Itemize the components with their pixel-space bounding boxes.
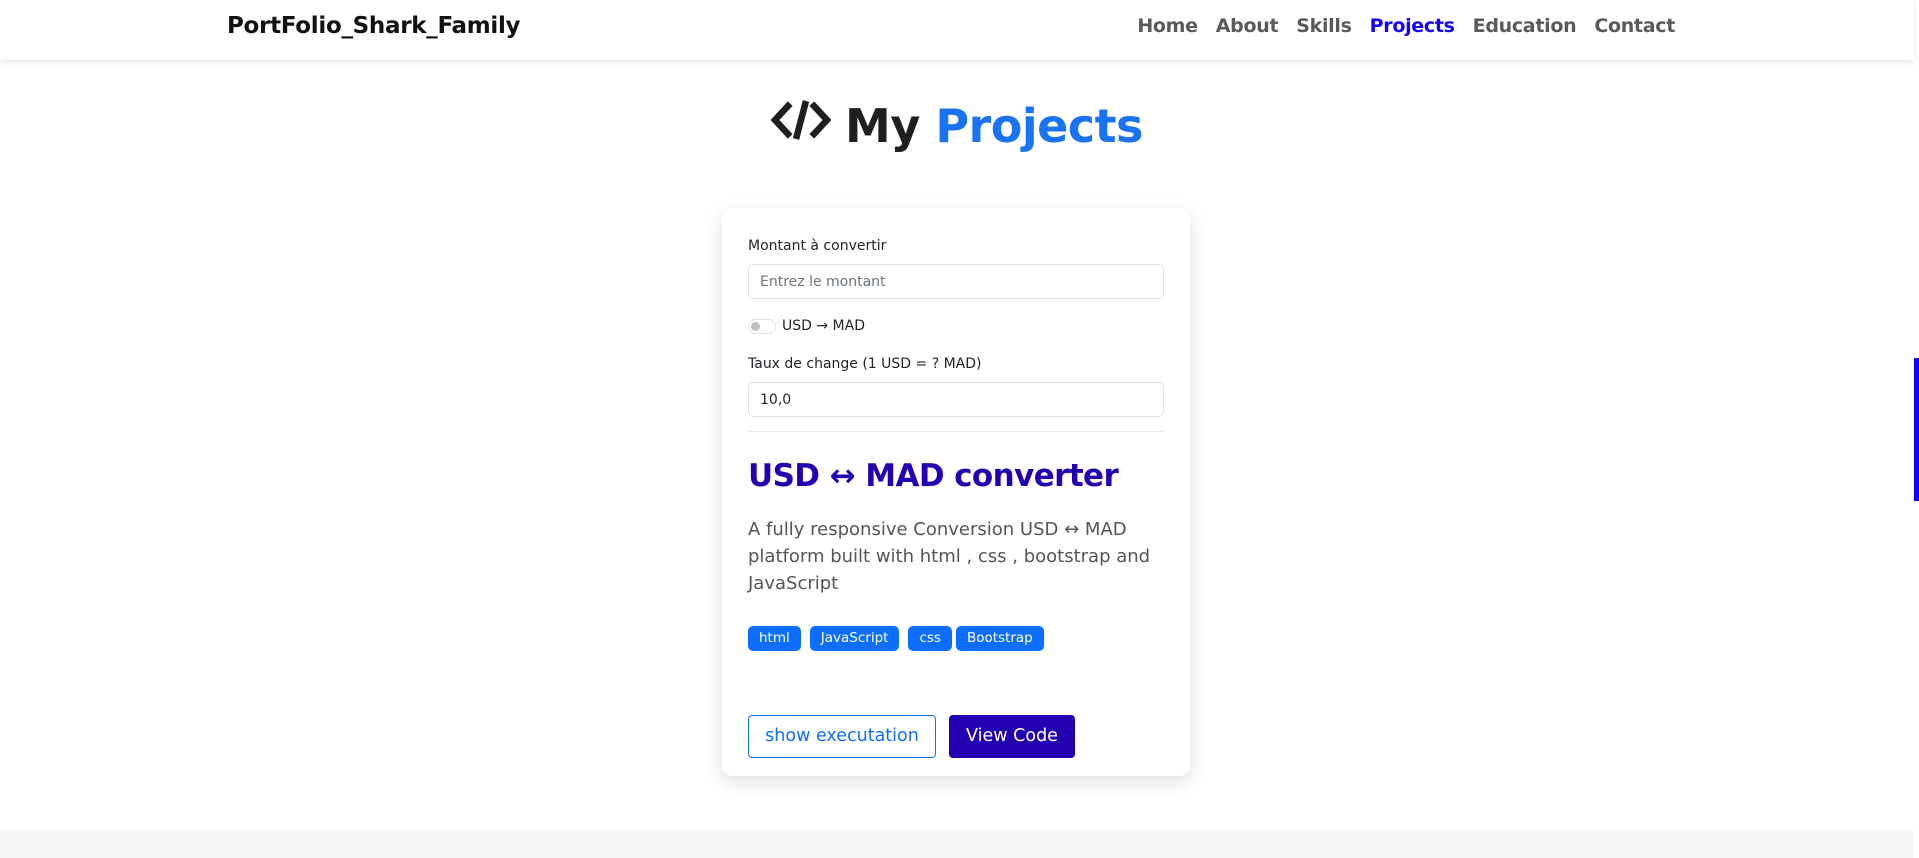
navbar: PortFolio_Shark_Family Home About Skills… [0,0,1914,60]
rate-input[interactable] [748,382,1164,417]
section-heading: My Projects [0,96,1914,156]
tag-css: css [908,626,952,651]
project-description: A fully responsive Conversion USD ↔ MAD … [748,519,1151,594]
tag-javascript: JavaScript [809,626,900,651]
toggle-knob [751,321,760,331]
heading-word-projects: Projects [935,99,1143,153]
card-divider [748,431,1164,432]
nav-about[interactable]: About [1216,12,1279,40]
nav-education[interactable]: Education [1473,12,1577,40]
nav-projects[interactable]: Projects [1370,12,1455,40]
code-icon [770,96,832,156]
rate-label: Taux de change (1 USD = ? MAD) [748,356,982,372]
nav-links: Home About Skills Projects Education Con… [1137,12,1675,40]
nav-home[interactable]: Home [1137,12,1198,40]
footer-strip [0,830,1914,858]
direction-label: USD → MAD [782,318,865,334]
scrollbar-thumb[interactable] [1914,358,1919,501]
show-execution-button[interactable]: show executation [748,715,936,758]
brand-logo[interactable]: PortFolio_Shark_Family [227,10,521,42]
tag-bootstrap: Bootstrap [955,626,1044,651]
tag-html: html [748,626,801,651]
view-code-button[interactable]: View Code [949,715,1075,758]
amount-label: Montant à convertir [748,238,887,254]
heading-word-my: My [845,99,920,153]
direction-toggle[interactable] [748,318,776,334]
nav-contact[interactable]: Contact [1594,12,1675,40]
project-title: USD ↔ MAD converter [748,458,1119,494]
scrollbar-track[interactable] [1914,0,1919,858]
project-card: Montant à convertir USD → MAD Taux de ch… [722,208,1190,776]
amount-input[interactable] [748,264,1164,299]
nav-skills[interactable]: Skills [1296,12,1352,40]
tech-tags: html JavaScript css Bootstrap [748,626,1053,651]
direction-row: USD → MAD [748,318,865,334]
